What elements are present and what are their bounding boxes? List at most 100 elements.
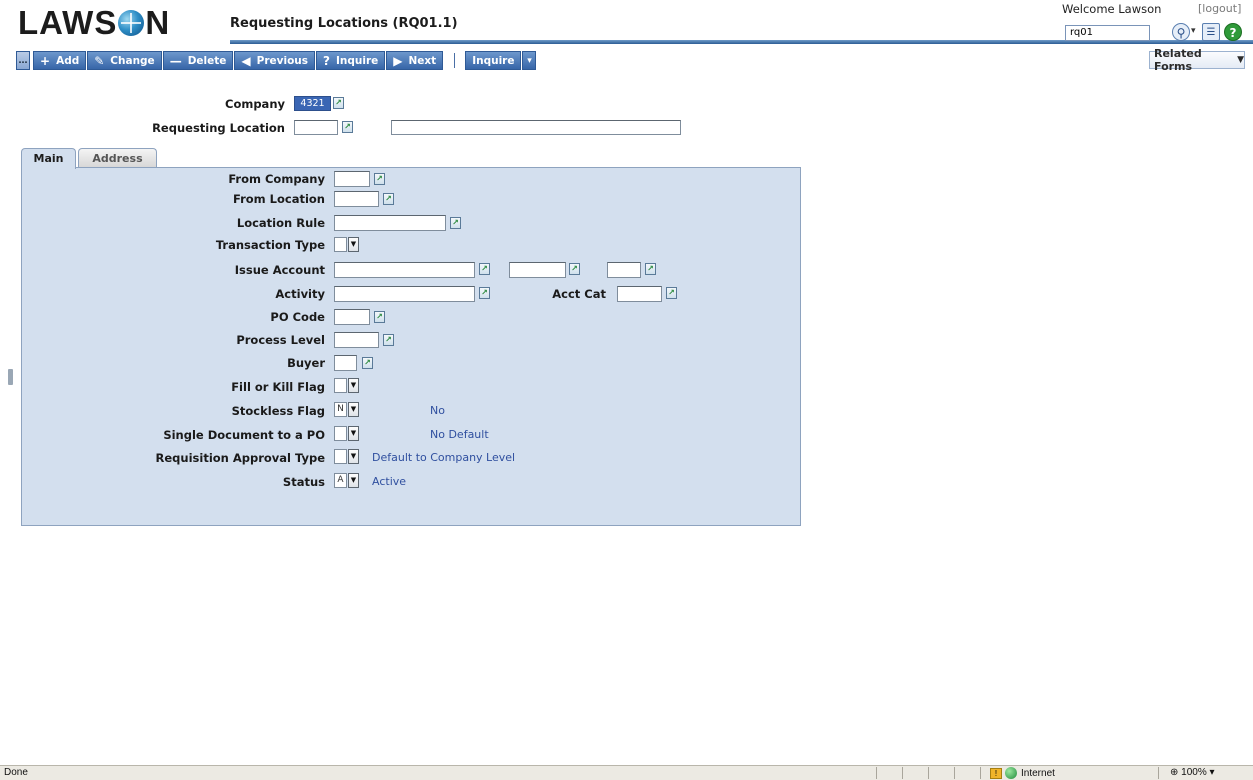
search-dropdown-icon[interactable]: ▾ — [1191, 26, 1196, 36]
from-location-select-icon[interactable]: ↗ — [383, 193, 394, 205]
po-code-label: PO Code — [270, 310, 325, 324]
activity-select-icon[interactable]: ↗ — [479, 287, 490, 299]
plus-icon: + — [40, 53, 51, 68]
requesting-location-label: Requesting Location — [152, 121, 285, 135]
globe-icon — [118, 10, 145, 36]
logo-text-part2: N — [145, 4, 171, 41]
from-company-label: From Company — [228, 172, 325, 186]
question-icon: ? — [323, 53, 330, 68]
dropdown-arrow-icon[interactable]: ▼ — [348, 402, 359, 417]
zoom-control[interactable]: ⊕ 100% ▾ — [1170, 767, 1215, 778]
requisition-approval-label: Requisition Approval Type — [155, 451, 325, 465]
status-divider — [1158, 767, 1159, 779]
form-title: Requesting Locations (RQ01.1) — [230, 16, 458, 31]
status-description: Active — [372, 475, 407, 488]
previous-label: Previous — [256, 54, 309, 67]
status-select[interactable]: A ▼ — [334, 473, 359, 488]
status-text: Done — [4, 767, 28, 778]
next-button[interactable]: ▶ Next — [386, 51, 444, 70]
po-code-select-icon[interactable]: ↗ — [374, 311, 385, 323]
change-button[interactable]: ✎ Change — [87, 51, 162, 70]
acct-cat-label: Acct Cat — [552, 287, 606, 301]
requisition-approval-select[interactable]: ▼ — [334, 449, 359, 464]
transaction-type-value — [334, 237, 347, 252]
toolbar: … + Add ✎ Change — Delete ◀ Previous ? Inquir… — [16, 51, 537, 70]
inquire-button[interactable]: ? Inquire — [316, 51, 386, 70]
tab-main[interactable]: Main — [21, 148, 76, 169]
panel-resize-handle[interactable] — [8, 369, 13, 385]
from-location-label: From Location — [232, 192, 325, 206]
requesting-location-select-icon[interactable]: ↗ — [342, 121, 353, 133]
fill-or-kill-value — [334, 378, 347, 393]
issue-account-sub-select-icon[interactable]: ↗ — [569, 263, 580, 275]
dropdown-arrow-icon[interactable]: ▼ — [348, 237, 359, 252]
action-dropdown-button[interactable]: ▾ — [522, 51, 537, 70]
warning-icon: ! — [990, 767, 1002, 779]
transaction-type-select[interactable]: ▼ — [334, 237, 359, 252]
lawson-logo: LAWS N — [18, 4, 170, 41]
dropdown-arrow-icon[interactable]: ▼ — [348, 473, 359, 488]
logout-link[interactable]: [logout] — [1198, 2, 1241, 15]
issue-account-label: Issue Account — [234, 263, 325, 277]
issue-account-select-icon[interactable]: ↗ — [479, 263, 490, 275]
from-company-select-icon[interactable]: ↗ — [374, 173, 385, 185]
related-forms-dropdown[interactable]: Related Forms ▼ — [1149, 47, 1245, 73]
company-select-icon[interactable]: ↗ — [333, 97, 344, 109]
single-document-label: Single Document to a PO — [163, 428, 325, 442]
search-icon[interactable]: ⚲ — [1172, 23, 1190, 41]
stockless-flag-select[interactable]: N ▼ — [334, 402, 359, 417]
location-rule-label: Location Rule — [236, 216, 325, 230]
po-code-field[interactable] — [334, 309, 370, 325]
requesting-location-description-field[interactable] — [391, 120, 681, 135]
company-field[interactable]: 4321 — [294, 96, 331, 111]
dropdown-arrow-icon[interactable]: ▼ — [348, 449, 359, 464]
globe-icon — [1005, 767, 1017, 779]
delete-button[interactable]: — Delete — [162, 51, 234, 70]
single-document-select[interactable]: ▼ — [334, 426, 359, 441]
pencil-icon: ✎ — [94, 53, 105, 68]
dropdown-arrow-icon[interactable]: ▼ — [348, 378, 359, 393]
dropdown-arrow-icon[interactable]: ▼ — [348, 426, 359, 441]
fill-or-kill-select[interactable]: ▼ — [334, 378, 359, 393]
inquire-action-button[interactable]: Inquire — [465, 51, 522, 70]
process-level-field[interactable] — [334, 332, 379, 348]
process-level-select-icon[interactable]: ↗ — [383, 334, 394, 346]
logo-text-part1: LAWS — [18, 4, 118, 41]
from-location-field[interactable] — [334, 191, 379, 207]
issue-account-sub-field[interactable] — [509, 262, 566, 278]
fill-or-kill-label: Fill or Kill Flag — [231, 380, 325, 394]
add-button[interactable]: + Add — [33, 51, 87, 70]
help-icon[interactable]: ? — [1224, 23, 1242, 41]
toolbar-collapse-button[interactable]: … — [16, 51, 30, 70]
from-company-field[interactable] — [334, 171, 370, 187]
previous-button[interactable]: ◀ Previous — [234, 51, 316, 70]
buyer-select-icon[interactable]: ↗ — [362, 357, 373, 369]
issue-account-unit-field[interactable] — [607, 262, 641, 278]
acct-cat-select-icon[interactable]: ↗ — [666, 287, 677, 299]
location-rule-field[interactable] — [334, 215, 446, 231]
stockless-flag-description: No — [430, 404, 445, 417]
command-input[interactable]: rq01 — [1065, 25, 1150, 41]
location-rule-select-icon[interactable]: ↗ — [450, 217, 461, 229]
list-icon[interactable]: ☰ — [1202, 23, 1220, 41]
chevron-down-icon: ▼ — [1237, 55, 1244, 65]
issue-account-field[interactable] — [334, 262, 475, 278]
requisition-approval-value — [334, 449, 347, 464]
zone-label: Internet — [1021, 767, 1055, 779]
status-divider — [928, 767, 929, 779]
security-zone[interactable]: ! Internet — [990, 767, 1055, 779]
activity-field[interactable] — [334, 286, 475, 302]
add-label: Add — [56, 54, 80, 67]
issue-account-unit-select-icon[interactable]: ↗ — [645, 263, 656, 275]
stockless-flag-value: N — [334, 402, 347, 417]
tab-address[interactable]: Address — [78, 148, 157, 168]
status-divider — [954, 767, 955, 779]
buyer-label: Buyer — [287, 356, 325, 370]
buyer-field[interactable] — [334, 355, 357, 371]
stockless-flag-label: Stockless Flag — [231, 404, 325, 418]
requesting-location-field[interactable] — [294, 120, 338, 135]
welcome-text: Welcome Lawson — [1062, 2, 1162, 16]
inquire-action-label: Inquire — [472, 54, 515, 67]
acct-cat-field[interactable] — [617, 286, 662, 302]
activity-label: Activity — [275, 287, 325, 301]
